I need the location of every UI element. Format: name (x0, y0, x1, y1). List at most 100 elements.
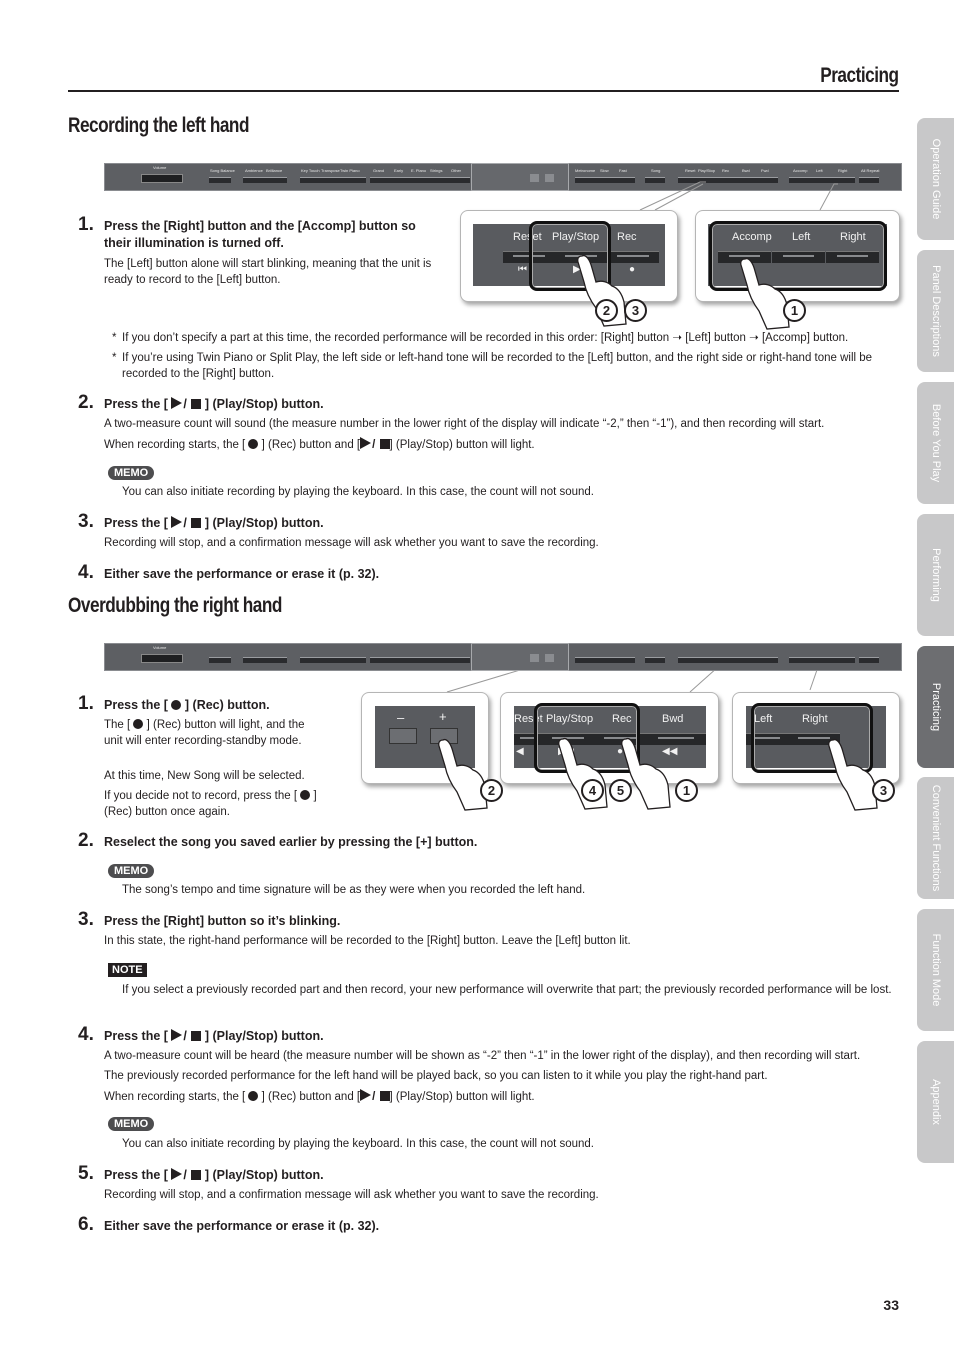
tab-label: Practicing (929, 682, 942, 732)
step-number: 6. (78, 1214, 94, 1235)
step-number: 4. (78, 562, 94, 583)
text: ] (Rec) button and [ (261, 439, 361, 451)
tab-panel-descriptions[interactable]: Panel Descriptions (917, 250, 954, 372)
play-icon (171, 397, 183, 409)
plus-label: + (439, 709, 447, 724)
volume-slider[interactable] (141, 654, 183, 663)
asterisk-note: * If you’re using Twin Piano or Split Pla… (112, 351, 902, 382)
tab-before-you-play[interactable]: Before You Play (917, 382, 954, 504)
step-heading: Press the [Right] button so it’s blinkin… (104, 914, 341, 928)
pointing-finger-icon (558, 737, 608, 810)
play-icon (171, 1168, 183, 1180)
step-marker-2: 2 (480, 779, 503, 802)
note-text: If you select a previously recorded part… (122, 984, 892, 996)
text: ] (Play/Stop) button. (204, 1029, 324, 1043)
step-number: 4. (78, 1024, 94, 1045)
page-number: 33 (883, 1297, 899, 1313)
step-number: 2. (78, 392, 94, 413)
part-buttons[interactable] (789, 657, 855, 663)
step-number: 1. (78, 693, 94, 714)
step-body: The [Left] button alone will start blink… (104, 258, 432, 286)
tab-performing[interactable]: Performing (917, 514, 954, 636)
minus-button-zoomed[interactable] (389, 728, 417, 744)
step-heading: Either save the performance or erase it … (104, 567, 380, 581)
step-body: The previously recorded performance for … (104, 1070, 768, 1082)
display-screen (471, 643, 569, 671)
callout-transport-buttons: Reset Play/Stop Rec ⏮ ▶/■ ● (460, 210, 678, 302)
text: ] (Rec) button. (184, 698, 270, 712)
play-icon (360, 437, 372, 449)
step-heading: Press the [ ] (Rec) button. (104, 698, 270, 712)
text: Press the [ (104, 1029, 168, 1043)
stop-icon (191, 1170, 202, 1180)
text: ] (Play/Stop) button. (204, 516, 324, 530)
text: ] (Rec) button and [ (261, 1091, 361, 1103)
stop-icon (379, 1091, 390, 1101)
reset-symbol-icon: ⏮ (518, 264, 527, 275)
reset-symbol-icon: ◀ (516, 746, 524, 757)
memo-badge: MEMO (108, 864, 155, 878)
rec-icon (133, 719, 144, 729)
memo-text: You can also initiate recording by playi… (122, 486, 595, 498)
step-heading: Press the [ / ] (Play/Stop) button. (104, 397, 324, 411)
plus-button[interactable] (545, 654, 554, 662)
rec-label: Rec (617, 231, 637, 243)
tab-operation-guide[interactable]: Operation Guide (917, 118, 954, 240)
step-body: If you decide not to record, press the [… (104, 789, 334, 820)
tone-buttons[interactable] (370, 657, 470, 663)
memo-text: The song’s tempo and time signature will… (122, 884, 586, 896)
tab-label: Before You Play (929, 403, 942, 483)
stop-icon (191, 1031, 202, 1041)
step-heading: Press the [Right] button and the [Accomp… (104, 219, 416, 233)
callout-part-buttons: Accomp Left Right (695, 210, 900, 302)
step-body: At this time, New Song will be selected. (104, 770, 305, 782)
minus-button[interactable] (530, 654, 539, 662)
stop-icon (191, 399, 202, 409)
step-body: When recording starts, the [ ] (Rec) but… (104, 1089, 535, 1103)
text: ] (Play/Stop) button will light. (389, 1091, 535, 1103)
tab-practicing[interactable]: Practicing (917, 646, 954, 768)
step-marker-3: 3 (872, 779, 895, 802)
tab-convenient-functions[interactable]: Convenient Functions (917, 777, 954, 899)
minus-label: – (397, 710, 405, 725)
step-heading: their illumination is turned off. (104, 236, 284, 250)
asterisk-note-text: If you’re using Twin Piano or Split Play… (122, 352, 873, 380)
pointing-finger-icon (438, 738, 488, 811)
pointing-finger-icon (740, 257, 790, 330)
text: Press the [ (104, 1168, 168, 1182)
step-number: 1. (78, 214, 94, 235)
step-heading: Press the [ / ] (Play/Stop) button. (104, 516, 324, 530)
transport-buttons[interactable] (678, 657, 778, 663)
all-repeat-button[interactable] (859, 657, 879, 663)
play-icon (171, 1029, 183, 1041)
memo-text: You can also initiate recording by playi… (122, 1138, 595, 1150)
asterisk-note-text: If you don’t specify a part at this time… (122, 332, 849, 344)
step-number: 3. (78, 909, 94, 930)
function-buttons[interactable] (300, 657, 366, 663)
text: When recording starts, the [ (104, 1091, 246, 1103)
step-number: 5. (78, 1163, 94, 1184)
step-body: Recording will stop, and a confirmation … (104, 537, 599, 549)
step-body: Recording will stop, and a confirmation … (104, 1189, 599, 1201)
text: ] (Play/Stop) button. (204, 397, 324, 411)
text: ] (Play/Stop) button. (204, 1168, 324, 1182)
step-body: A two-measure count will be heard (the m… (104, 1050, 861, 1062)
metronome-tempo-buttons[interactable] (575, 657, 635, 663)
tab-label: Function Mode (929, 933, 942, 1007)
tab-appendix[interactable]: Appendix (917, 1041, 954, 1163)
song-balance-button[interactable] (209, 657, 231, 663)
step-marker-2: 2 (595, 299, 618, 322)
song-button[interactable] (645, 657, 665, 663)
text: ] (Play/Stop) button will light. (389, 439, 535, 451)
memo-badge: MEMO (108, 1117, 155, 1131)
tab-label: Operation Guide (929, 138, 942, 220)
text: Press the [ (104, 698, 168, 712)
step-number: 3. (78, 511, 94, 532)
step-marker-1: 1 (783, 299, 806, 322)
rec-icon (248, 439, 259, 449)
tab-label: Panel Descriptions (929, 265, 942, 357)
ambience-brilliance-buttons[interactable] (243, 657, 287, 663)
memo-badge: MEMO (108, 466, 155, 480)
tab-function-mode[interactable]: Function Mode (917, 909, 954, 1031)
rec-icon (248, 1091, 259, 1101)
